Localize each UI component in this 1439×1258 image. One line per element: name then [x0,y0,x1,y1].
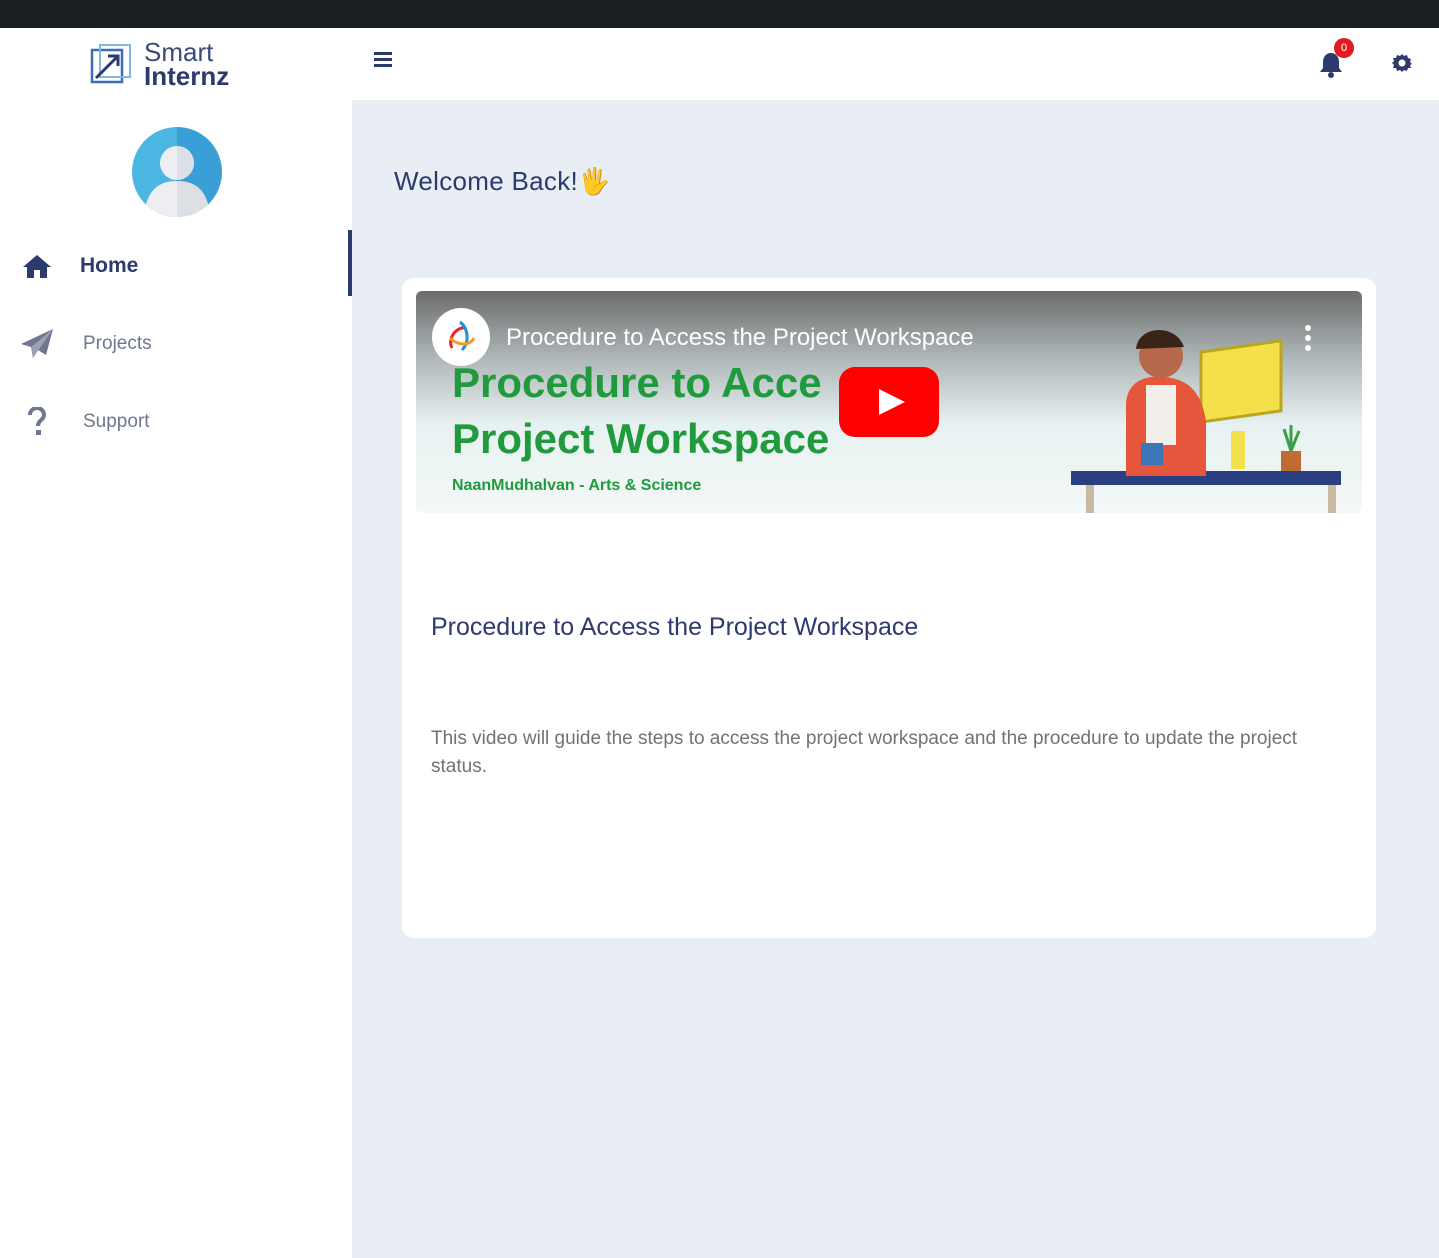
user-silhouette-icon [144,146,210,217]
card-title: Procedure to Access the Project Workspac… [431,613,919,641]
avatar[interactable] [132,127,222,217]
question-icon [20,405,54,439]
logo-icon [90,44,131,84]
youtube-video-player[interactable]: Procedure to Accee Project Workspace Naa… [416,291,1362,513]
brand-line-2: Internz [144,61,230,91]
sidebar-item-label: Home [80,254,139,277]
paper-plane-icon [20,327,54,361]
gear-icon[interactable] [1392,53,1412,73]
channel-avatar[interactable] [432,308,490,366]
top-strip [0,0,1439,28]
sidebar: Smart Internz Home Projects Support [0,28,352,1258]
sidebar-item-label: Projects [83,333,152,354]
welcome-text: Welcome Back! [394,166,579,196]
illustration-person-at-desk [1071,329,1341,513]
notification-badge: 0 [1334,38,1354,58]
play-button[interactable] [839,367,939,437]
waving-hand-emoji: 🖐 [578,166,611,196]
video-card: Procedure to Accee Project Workspace Naa… [402,278,1376,938]
active-indicator [348,230,352,296]
more-vert-icon[interactable] [1304,323,1312,353]
sidebar-item-home[interactable]: Home [0,230,352,296]
welcome-heading: Welcome Back!🖐 [394,166,611,197]
video-thumb-subtitle: NaanMudhalvan - Arts & Science [452,477,702,494]
video-thumb-line2: Project Workspace [452,415,830,462]
video-title[interactable]: Procedure to Access the Project Workspac… [506,324,974,352]
brand-logo[interactable]: Smart Internz [90,39,230,91]
card-description: This video will guide the steps to acces… [431,728,1298,777]
sidebar-item-projects[interactable]: Projects [0,314,352,374]
sidebar-item-support[interactable]: Support [0,392,352,452]
top-header: 0 [352,28,1439,100]
menu-icon[interactable] [374,52,392,70]
home-icon [20,249,54,283]
sidebar-item-label: Support [83,411,150,432]
